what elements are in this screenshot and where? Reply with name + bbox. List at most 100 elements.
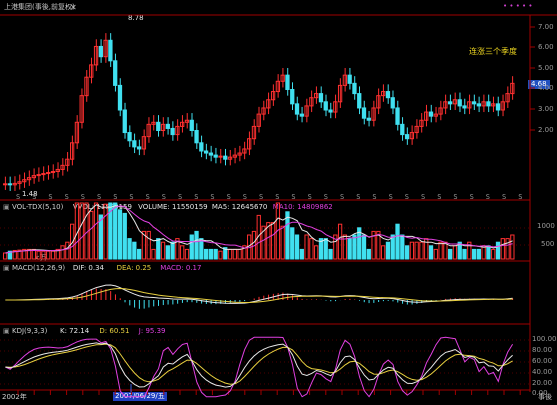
candle-down xyxy=(357,93,362,109)
volume-bar-up xyxy=(36,250,41,260)
event-marker: S xyxy=(437,193,441,201)
volume-bar-up xyxy=(500,238,505,260)
volume-bar-down xyxy=(213,248,218,260)
volume-bar-up xyxy=(65,241,70,260)
event-marker: S xyxy=(65,193,69,201)
volume-bar-up xyxy=(505,238,510,260)
event-marker: S xyxy=(470,193,474,201)
volume-bar-down xyxy=(352,234,357,260)
volume-bar-up xyxy=(93,202,99,260)
event-marker: S xyxy=(81,193,85,201)
volume-bar-up xyxy=(419,241,424,260)
kdj-d-line xyxy=(5,343,513,385)
volume-bar-down xyxy=(117,209,123,260)
candle-down xyxy=(156,121,161,132)
volume-bar-up xyxy=(270,222,276,260)
event-marker: S xyxy=(372,193,376,201)
candle-down xyxy=(462,105,467,109)
volume-bar-down xyxy=(385,241,391,260)
volume-bar-up xyxy=(510,234,515,260)
volume-bar-up xyxy=(237,248,242,260)
event-marker: S xyxy=(308,193,312,201)
volume-bar-down xyxy=(366,248,371,260)
volume-bar-down xyxy=(194,230,199,260)
volume-bar-down xyxy=(328,248,333,260)
candle-down xyxy=(7,183,13,186)
volume-bar-down xyxy=(122,212,127,260)
candle-up xyxy=(3,183,8,186)
volume-bar-up xyxy=(41,250,46,260)
candle-down xyxy=(361,107,367,119)
volume-bar-up xyxy=(103,203,108,260)
volume-bar-up xyxy=(50,250,56,260)
candle-down xyxy=(203,150,209,154)
candle-down xyxy=(170,127,175,136)
volume-bar-up xyxy=(314,245,319,260)
volume-bar-down xyxy=(347,238,352,260)
volume-bar-down xyxy=(203,248,209,260)
event-marker: S xyxy=(453,193,457,201)
volume-bar-up xyxy=(151,248,156,260)
event-marker: S xyxy=(259,193,263,201)
volume-bar-up xyxy=(280,225,285,260)
volume-bar-down xyxy=(476,248,482,260)
candle-down xyxy=(495,103,501,111)
candle-down xyxy=(486,101,491,107)
candle-down xyxy=(385,91,391,99)
event-marker: S xyxy=(356,193,360,201)
volume-bar-down xyxy=(132,241,137,260)
volume-bar-up xyxy=(491,248,496,260)
candle-down xyxy=(189,119,194,131)
volume-bar-down xyxy=(404,245,410,260)
stock-chart-window: 上港集团(事後,前复权) ✕ • • • • • VOL-TDX(5,10) VV… xyxy=(0,0,557,405)
candle-down xyxy=(132,140,137,148)
candle-down xyxy=(290,89,295,105)
volume-bar-up xyxy=(180,245,185,260)
candle-down xyxy=(165,123,170,129)
candle-down xyxy=(395,107,400,125)
event-marker: S xyxy=(324,193,328,201)
event-marker: S xyxy=(243,193,247,201)
candle-down xyxy=(328,109,333,113)
volume-bar-up xyxy=(89,210,94,260)
candle-down xyxy=(213,154,218,158)
volume-bar-up xyxy=(309,238,314,260)
event-marker: S xyxy=(421,193,425,201)
volume-bar-up xyxy=(409,241,415,260)
volume-bar-up xyxy=(79,202,84,260)
candle-down xyxy=(285,74,290,91)
candle-down xyxy=(352,82,357,95)
volume-bar-up xyxy=(218,250,223,260)
volume-bar-down xyxy=(486,245,491,260)
event-marker: S xyxy=(340,193,344,201)
candle-down xyxy=(98,45,103,58)
volume-bar-down xyxy=(471,248,477,260)
candle-down xyxy=(390,97,395,109)
event-marker: S xyxy=(227,193,231,201)
volume-bar-down xyxy=(395,223,400,260)
chart-canvas[interactable]: SSSSSSSSSSSSSSSSSSSSSSSSSSSSSSSS xyxy=(0,0,557,405)
volume-bar-up xyxy=(227,248,233,260)
event-marker: S xyxy=(16,193,20,201)
event-marker: S xyxy=(32,193,36,201)
candle-down xyxy=(117,84,123,111)
event-marker: S xyxy=(502,193,506,201)
volume-bar-down xyxy=(199,238,204,260)
event-marker: S xyxy=(97,193,101,201)
event-marker: S xyxy=(162,193,166,201)
volume-bar-down xyxy=(165,245,170,260)
volume-bar-down xyxy=(156,238,161,260)
candle-down xyxy=(299,113,304,117)
volume-bar-up xyxy=(443,241,448,260)
kdj-j-line xyxy=(5,336,514,398)
candle-down xyxy=(428,111,434,117)
candle-down xyxy=(404,134,410,140)
volume-bar-down xyxy=(495,241,501,260)
volume-bar-down xyxy=(448,248,453,260)
event-marker: S xyxy=(210,193,214,201)
event-marker: S xyxy=(48,193,52,201)
event-marker: S xyxy=(486,193,490,201)
volume-bar-up xyxy=(481,245,486,260)
volume-bar-down xyxy=(290,227,295,260)
volume-bar-down xyxy=(294,234,300,260)
